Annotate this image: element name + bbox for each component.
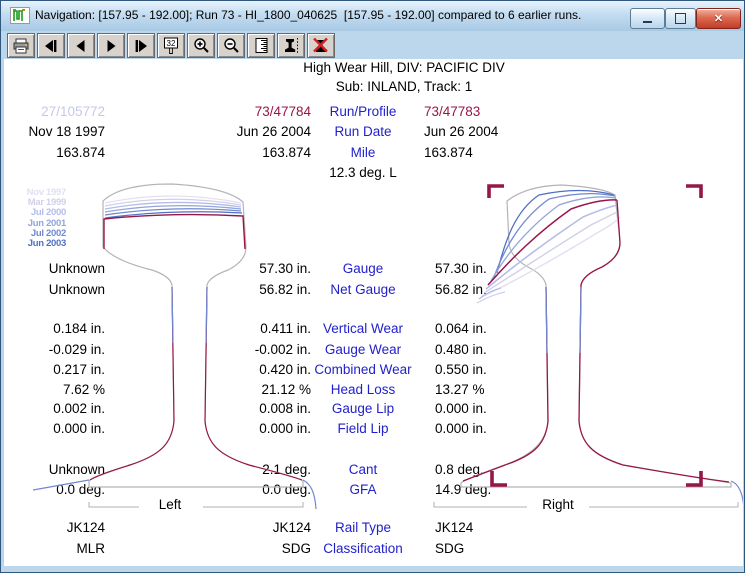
rail-delete-button[interactable] bbox=[307, 33, 335, 58]
rail-profile-button[interactable] bbox=[277, 33, 305, 58]
rail-profile-icon bbox=[282, 37, 300, 54]
restore-button[interactable] bbox=[665, 8, 696, 29]
classification-left: MLR bbox=[15, 541, 105, 556]
mile-left: 163.874 bbox=[15, 145, 105, 160]
print-button[interactable] bbox=[7, 33, 35, 58]
rail-type-left: JK124 bbox=[15, 520, 105, 535]
corner-marker-bottom-left bbox=[492, 471, 507, 485]
ruler-button[interactable] bbox=[247, 33, 275, 58]
rail-delete-icon bbox=[312, 37, 330, 54]
title-bar[interactable]: Navigation: [157.95 - 192.00]; Run 73 - … bbox=[1, 1, 744, 31]
curvature-row: 12.3 deg. L bbox=[4, 165, 743, 182]
run-profile-right: 73/47783 bbox=[424, 104, 554, 119]
app-logo-icon bbox=[10, 7, 30, 24]
close-icon: ✕ bbox=[714, 12, 723, 25]
run-date-right: Jun 26 2004 bbox=[424, 124, 554, 139]
corner-marker-top-left bbox=[489, 186, 504, 198]
previous-arrow-icon bbox=[73, 38, 89, 54]
mile-center-left: 163.874 bbox=[191, 145, 311, 160]
right-rail-outline bbox=[461, 185, 731, 487]
rail-type-label: Rail Type bbox=[307, 520, 419, 535]
classification-label: Classification bbox=[307, 541, 419, 556]
run-date-label: Run Date bbox=[307, 124, 419, 139]
zoom-out-button[interactable] bbox=[217, 33, 245, 58]
run-profile-label: Run/Profile bbox=[307, 104, 419, 119]
minimize-icon bbox=[643, 21, 652, 23]
next-run-button[interactable] bbox=[97, 33, 125, 58]
mile-row: 163.874163.874Mile163.874 bbox=[4, 145, 743, 162]
mile-label: Mile bbox=[307, 145, 419, 160]
run-date-row: Nov 18 1997Jun 26 2004Run DateJun 26 200… bbox=[4, 124, 743, 141]
curvature-label: 12.3 deg. L bbox=[307, 165, 419, 180]
right-rail-bracket bbox=[434, 502, 738, 507]
svg-text:32: 32 bbox=[167, 39, 176, 48]
classification-row: MLRSDGClassificationSDG bbox=[4, 541, 743, 558]
close-button[interactable]: ✕ bbox=[696, 8, 741, 29]
mile-right: 163.874 bbox=[424, 145, 554, 160]
minimize-button[interactable] bbox=[630, 8, 665, 29]
location-title: High Wear Hill, DIV: PACIFIC DIV bbox=[204, 60, 604, 75]
navigation-window: Navigation: [157.95 - 192.00]; Run 73 - … bbox=[0, 0, 745, 573]
classification-center-left: SDG bbox=[191, 541, 311, 556]
milepost-button[interactable]: 32 bbox=[157, 33, 185, 58]
toolbar: 32 bbox=[1, 31, 744, 59]
next-arrow-icon bbox=[103, 38, 119, 54]
first-run-button[interactable] bbox=[37, 33, 65, 58]
run-profile-row: 27/105772 73/47784Run/Profile 73/47783 bbox=[4, 104, 743, 121]
rail-type-right: JK124 bbox=[435, 520, 565, 535]
restore-icon bbox=[675, 13, 686, 24]
previous-run-button[interactable] bbox=[67, 33, 95, 58]
rail-type-center-left: JK124 bbox=[191, 520, 311, 535]
classification-right: SDG bbox=[435, 541, 565, 556]
profile-view: High Wear Hill, DIV: PACIFIC DIV Sub: IN… bbox=[4, 59, 743, 566]
zoom-out-icon bbox=[223, 37, 240, 54]
run-date-left: Nov 18 1997 bbox=[15, 124, 105, 139]
subdivision-title: Sub: INLAND, Track: 1 bbox=[204, 79, 604, 94]
right-rail-label: Right bbox=[530, 497, 586, 512]
run-date-center-left: Jun 26 2004 bbox=[191, 124, 311, 139]
run-profile-center-left: 73/47784 bbox=[191, 104, 311, 119]
last-run-icon bbox=[133, 38, 149, 54]
left-rail-label: Left bbox=[140, 497, 200, 512]
left-rail-outline bbox=[89, 184, 303, 487]
window-frame-bottom bbox=[1, 566, 744, 573]
left-rail-profile-chart bbox=[21, 181, 331, 516]
milepost-icon: 32 bbox=[162, 37, 180, 55]
zoom-in-button[interactable] bbox=[187, 33, 215, 58]
last-run-button[interactable] bbox=[127, 33, 155, 58]
corner-marker-top-right bbox=[686, 186, 701, 198]
run-profile-left: 27/105772 bbox=[15, 104, 105, 119]
first-run-icon bbox=[43, 38, 59, 54]
zoom-in-icon bbox=[193, 37, 210, 54]
ruler-icon bbox=[253, 37, 270, 54]
window-title: Navigation: [157.95 - 192.00]; Run 73 - … bbox=[35, 8, 581, 22]
rail-type-row: JK124JK124Rail TypeJK124 bbox=[4, 520, 743, 537]
print-icon bbox=[12, 38, 30, 54]
right-rail-profile-chart bbox=[431, 181, 743, 516]
